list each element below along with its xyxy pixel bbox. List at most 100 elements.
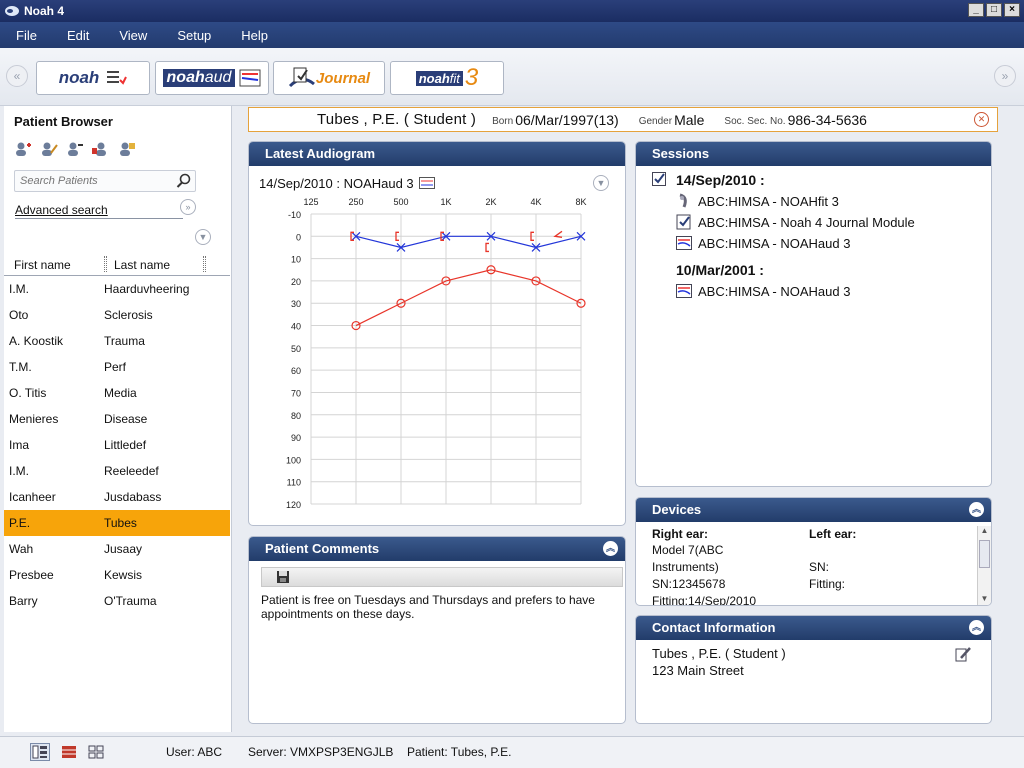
session-item-label: ABC:HIMSA - NOAHaud 3 [698,283,851,299]
patient-header: Tubes , P.E. ( Student ) Born 06/Mar/199… [248,107,998,132]
audiogram-icon [676,284,692,298]
patient-row[interactable]: I.M. Reeleedef [4,458,230,484]
scroll-right-button[interactable]: » [994,65,1016,87]
save-icon[interactable] [276,570,290,584]
detail-view-button[interactable] [59,743,79,761]
list-view-button[interactable] [30,743,50,761]
patient-row[interactable]: Barry O'Trauma [4,588,230,614]
session-item[interactable]: ABC:HIMSA - NOAHfit 3 [676,193,839,209]
patient-comments-panel: Patient Comments ︽ Patient is free on Tu… [248,536,626,724]
patient-last-name: Sclerosis [104,308,153,322]
sessions-panel: Sessions 14/Sep/2010 : ABC:HIMSA - NOAHf… [635,141,992,487]
list-view-icon [32,745,47,759]
patient-row[interactable]: A. Koostik Trauma [4,328,230,354]
menu-setup[interactable]: Setup [177,28,211,43]
patient-row[interactable]: O. Titis Media [4,380,230,406]
scrollbar-thumb[interactable] [979,540,990,568]
patient-row[interactable]: Presbee Kewsis [4,562,230,588]
column-resize-handle[interactable] [203,256,206,272]
session-date[interactable]: 10/Mar/2001 : [676,262,764,278]
patient-row[interactable]: I.M. Haarduvheering [4,276,230,302]
column-first-name[interactable]: First name [14,258,71,272]
advanced-search-link[interactable]: Advanced search [15,203,108,217]
x-tick-label: 4K [530,197,541,207]
delete-patient-icon[interactable] [66,141,84,157]
right-ear-label: Right ear: [652,527,709,541]
devices-title-text: Devices [652,502,702,517]
session-item[interactable]: ABC:HIMSA - Noah 4 Journal Module [676,214,915,230]
patient-first-name: I.M. [9,464,29,478]
y-tick-label: 80 [291,411,301,421]
patient-row[interactable]: Icanheer Jusdabass [4,484,230,510]
session-item-label: ABC:HIMSA - Noah 4 Journal Module [698,214,915,230]
scroll-down-icon[interactable]: ▼ [978,594,991,605]
gender-label: Gender [638,116,673,127]
patient-last-name: Littledef [104,438,147,452]
patient-name: Tubes , P.E. ( Student ) [317,111,477,128]
menu-view[interactable]: View [119,28,147,43]
collapse-icon[interactable]: ︽ [603,541,618,556]
chevron-down-icon[interactable]: ▼ [195,229,211,245]
grid-view-button[interactable] [86,743,106,761]
audiogram-chart: -10 0 10 20 30 40 50 60 70 80 90 100 110 120 125 250 500… [286,197,587,510]
patient-row[interactable]: Menieres Disease [4,406,230,432]
sessions-title: Sessions [636,142,991,166]
collapse-icon[interactable]: ︽ [969,620,984,635]
edit-patient-icon[interactable] [40,141,58,157]
patient-row[interactable]: Ima Littledef [4,432,230,458]
search-icon[interactable] [176,173,192,189]
search-patients-box [14,170,196,192]
y-tick-label: 120 [286,500,301,510]
bone-marker-bracket [485,242,489,253]
add-patient-icon[interactable] [14,141,32,157]
patient-last-name: Haarduvheering [104,282,190,296]
menu-file[interactable]: File [16,28,37,43]
edit-contact-icon[interactable] [955,646,971,662]
module-journal-button[interactable]: Journal [273,61,385,95]
module-noah-button[interactable]: noah [36,61,150,95]
expand-advanced-search-icon[interactable]: » [180,199,196,215]
chevron-down-icon[interactable]: ▼ [593,175,609,191]
series-line-0 [355,269,582,327]
session-item[interactable]: ABC:HIMSA - NOAHaud 3 [676,235,850,251]
noahfit-icon [679,193,687,208]
x-tick-label: 1K [440,197,451,207]
menu-edit[interactable]: Edit [67,28,89,43]
x-tick-label: 125 [303,197,318,207]
scroll-left-button[interactable]: « [6,65,28,87]
column-last-name[interactable]: Last name [114,258,170,272]
left-ear-label: Left ear: [809,527,857,541]
module-noahfit-button[interactable]: noahfit 3 [390,61,504,95]
noah-app-icon [5,6,19,16]
patient-last-name: Kewsis [104,568,143,582]
close-patient-icon[interactable]: ✕ [974,112,989,127]
search-patients-input[interactable] [15,171,170,191]
patient-row[interactable]: Oto Sclerosis [4,302,230,328]
minimize-button[interactable]: _ [968,3,984,17]
y-tick-label: 90 [291,433,301,443]
session-date[interactable]: 14/Sep/2010 : [676,172,765,188]
session-item-label: ABC:HIMSA - NOAHfit 3 [698,193,839,209]
y-tick-label: -10 [288,210,301,220]
audiogram-session-text: 14/Sep/2010 : NOAHaud 3 [259,176,414,191]
close-button[interactable]: × [1004,3,1020,17]
patient-row[interactable]: P.E. Tubes [4,510,230,536]
patient-row[interactable]: T.M. Perf [4,354,230,380]
patient-comment-text[interactable]: Patient is free on Tuesdays and Thursday… [261,593,621,621]
patient-last-name: Trauma [104,334,145,348]
noahfit-version: 3 [464,64,479,91]
merge-patient-icon[interactable] [92,141,110,157]
import-patient-icon[interactable] [118,141,136,157]
session-item[interactable]: ABC:HIMSA - NOAHaud 3 [676,283,850,299]
column-resize-handle[interactable] [104,256,107,272]
menu-help[interactable]: Help [241,28,268,43]
collapse-icon[interactable]: ︽ [969,502,984,517]
right-ear-model: Model 7(ABC [652,543,724,557]
noahfit-logo: noahfit [415,70,463,86]
devices-scrollbar[interactable]: ▲ ▼ [977,526,991,605]
patient-row[interactable]: Wah Jusaay [4,536,230,562]
maximize-button[interactable]: □ [986,3,1002,17]
module-noahaud-button[interactable]: noahaud [155,61,269,95]
y-tick-label: 100 [286,455,301,465]
scroll-up-icon[interactable]: ▲ [978,526,991,538]
